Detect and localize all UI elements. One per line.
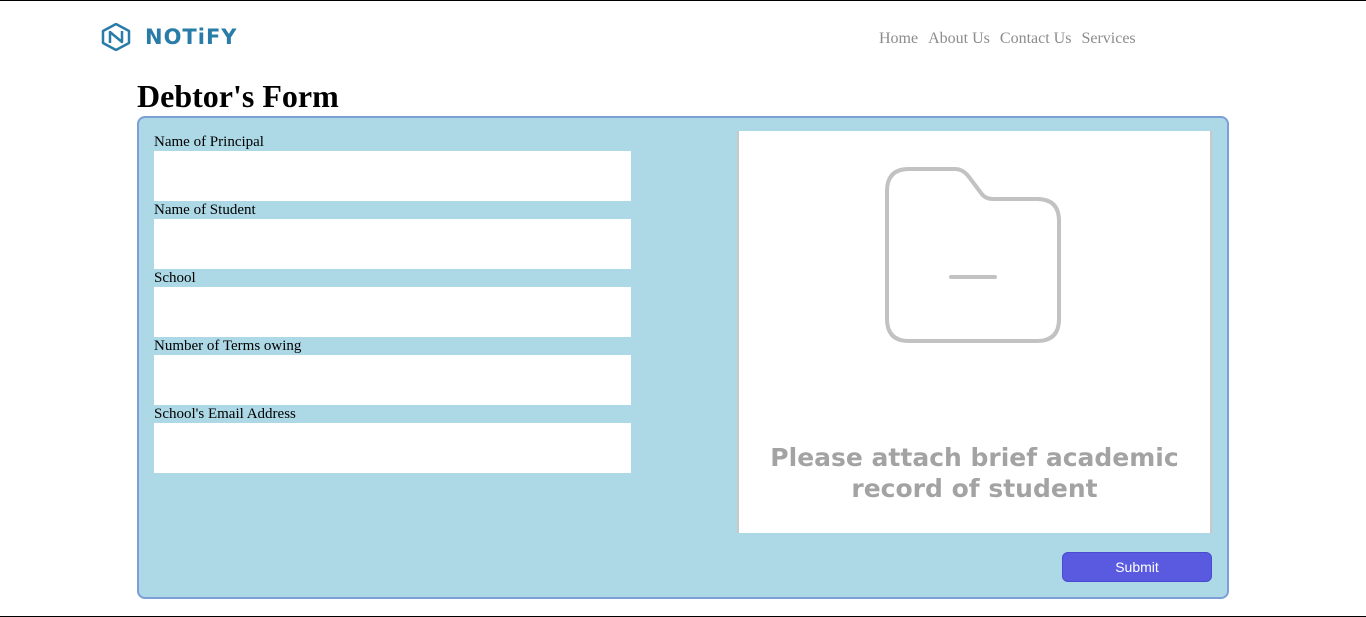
- terms-owing-label: Number of Terms owing: [154, 338, 302, 354]
- school-label: School: [154, 270, 196, 286]
- terms-owing-input[interactable]: [154, 355, 631, 405]
- school-email-label: School's Email Address: [154, 406, 296, 422]
- principal-name-label: Name of Principal: [154, 134, 264, 150]
- folder-icon: [885, 167, 1061, 343]
- logo-icon: [101, 23, 131, 51]
- nav-about-us[interactable]: About Us: [928, 30, 990, 48]
- nav-contact-us[interactable]: Contact Us: [1000, 30, 1072, 48]
- file-upload-dropzone[interactable]: Please attach brief academic record of s…: [737, 131, 1212, 533]
- debtor-form-panel: Name of Principal Name of Student School…: [137, 116, 1229, 599]
- page-title: Debtor's Form: [137, 78, 339, 114]
- nav-services[interactable]: Services: [1081, 30, 1135, 48]
- upload-instructions: Please attach brief academic record of s…: [739, 442, 1210, 504]
- principal-name-input[interactable]: [154, 151, 631, 201]
- upload-instructions-line-2: record of student: [851, 474, 1098, 503]
- nav-home[interactable]: Home: [879, 30, 918, 48]
- submit-button[interactable]: Submit: [1062, 552, 1212, 582]
- top-border: [0, 0, 1366, 1]
- main-nav: Home About Us Contact Us Services: [879, 30, 1146, 48]
- student-name-label: Name of Student: [154, 202, 256, 218]
- form-fields: Name of Principal Name of Student School…: [154, 133, 631, 473]
- student-name-input[interactable]: [154, 219, 631, 269]
- school-email-input[interactable]: [154, 423, 631, 473]
- brand-logo[interactable]: NOTiFY: [101, 23, 238, 51]
- upload-instructions-line-1: Please attach brief academic: [770, 443, 1179, 472]
- school-input[interactable]: [154, 287, 631, 337]
- brand-name: NOTiFY: [145, 25, 238, 49]
